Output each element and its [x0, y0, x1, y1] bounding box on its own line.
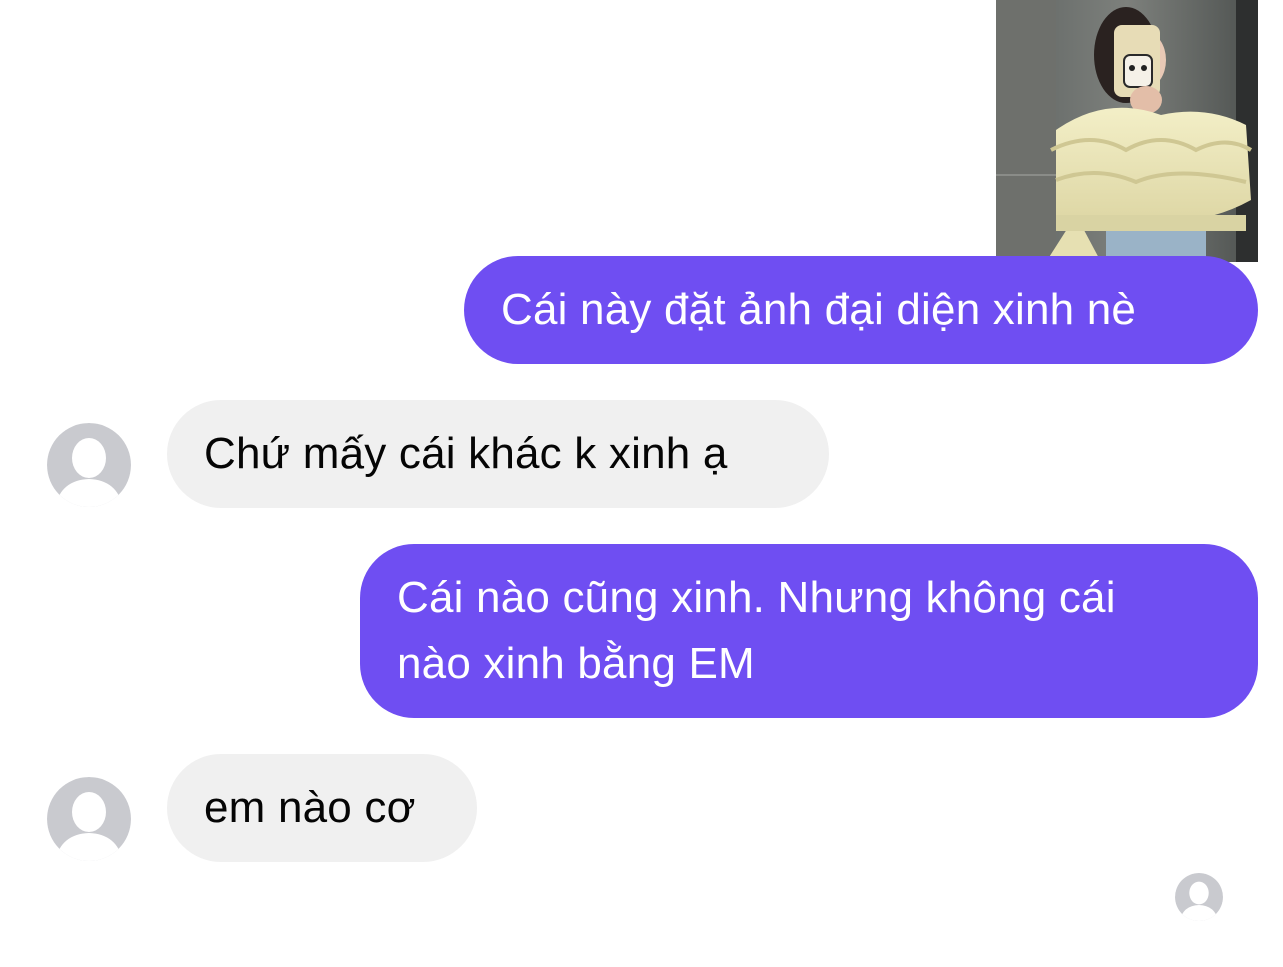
incoming-message-bubble[interactable]: em nào cơ — [167, 754, 477, 862]
message-text: Chứ mấy cái khác k xinh ạ — [204, 429, 728, 478]
outgoing-message-bubble[interactable]: Cái này đặt ảnh đại diện xinh nè — [464, 256, 1258, 364]
incoming-message-bubble[interactable]: Chứ mấy cái khác k xinh ạ — [167, 400, 829, 508]
avatar-placeholder-icon — [47, 777, 131, 861]
sender-avatar[interactable] — [47, 777, 131, 861]
photo-thumbnail — [996, 0, 1258, 262]
sender-avatar[interactable] — [47, 423, 131, 507]
message-text: Cái này đặt ảnh đại diện xinh nè — [501, 285, 1137, 334]
outgoing-message-bubble[interactable]: Cái nào cũng xinh. Nhưng không cái nào x… — [360, 544, 1258, 718]
read-receipt-avatar — [1175, 873, 1223, 921]
message-text-line: nào xinh bằng EM — [397, 639, 755, 688]
message-text-line: Cái nào cũng xinh. Nhưng không cái — [397, 573, 1116, 622]
avatar-placeholder-icon — [1175, 873, 1223, 921]
avatar-placeholder-icon — [47, 423, 131, 507]
shared-photo[interactable] — [996, 0, 1258, 262]
chat-canvas: Cái này đặt ảnh đại diện xinh nè Chứ mấy… — [0, 0, 1283, 967]
message-text: em nào cơ — [204, 783, 416, 832]
